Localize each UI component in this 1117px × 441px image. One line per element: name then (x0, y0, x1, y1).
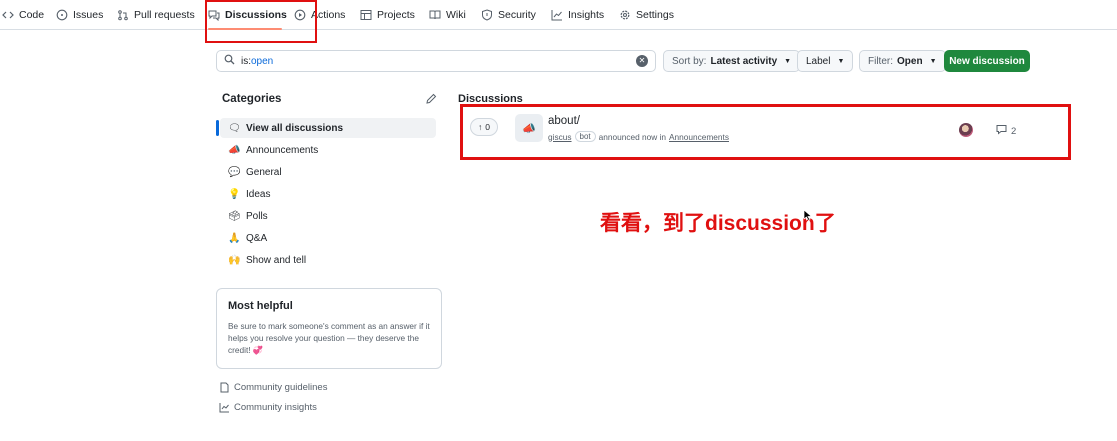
book-icon (429, 9, 441, 21)
issue-opened-icon (56, 9, 68, 21)
search-value: open (251, 55, 274, 67)
caret-down-icon: ▼ (929, 57, 937, 65)
speech-bubble-icon: 💬 (228, 166, 241, 178)
filter-label: Filter: (868, 55, 893, 67)
shield-icon (481, 9, 493, 21)
repo-nav: Code Issues Pull requests Discussions Ac… (0, 0, 1117, 30)
filter-value: Open (897, 55, 923, 67)
community-guidelines-link[interactable]: Community guidelines (219, 382, 327, 393)
tab-code[interactable]: Code (2, 8, 44, 22)
tab-settings[interactable]: Settings (619, 8, 674, 22)
sidebar-item-announcements[interactable]: 📣 Announcements (220, 140, 436, 160)
search-input[interactable]: is:open ✕ (216, 50, 656, 72)
graph-icon (219, 402, 230, 413)
sort-label: Sort by: (672, 55, 707, 67)
tab-issues[interactable]: Issues (56, 8, 103, 22)
tab-label: Pull requests (134, 9, 195, 21)
sidebar-item-label: General (246, 166, 282, 178)
pencil-icon[interactable] (425, 93, 437, 105)
folded-hands-icon: 🙏 (228, 232, 241, 244)
link-label: Community guidelines (234, 382, 328, 393)
sidebar-item-qa[interactable]: 🙏 Q&A (220, 228, 436, 248)
tab-label: Security (498, 9, 536, 21)
graph-icon (551, 9, 563, 21)
sidebar-item-general[interactable]: 💬 General (220, 162, 436, 182)
most-helpful-text: Be sure to mark someone's comment as an … (228, 321, 430, 355)
sidebar-item-view-all[interactable]: 🗨 View all discussions (216, 118, 436, 138)
tab-label: Projects (377, 9, 415, 21)
tab-wiki[interactable]: Wiki (429, 8, 466, 22)
most-helpful-card: Most helpful Be sure to mark someone's c… (216, 288, 442, 369)
tab-label: Issues (73, 9, 104, 21)
mouse-cursor-icon (803, 209, 813, 224)
sidebar-item-label: Announcements (246, 144, 319, 156)
link-label: Community insights (234, 402, 317, 413)
tab-security[interactable]: Security (481, 8, 536, 22)
clear-search-icon[interactable]: ✕ (636, 55, 648, 67)
most-helpful-title: Most helpful (228, 300, 293, 312)
lightbulb-icon: 💡 (228, 188, 241, 200)
table-icon (360, 9, 372, 21)
sidebar-item-ideas[interactable]: 💡 Ideas (220, 184, 436, 204)
tab-label: Settings (636, 9, 674, 21)
tab-insights[interactable]: Insights (551, 8, 604, 22)
git-pull-request-icon (117, 9, 129, 21)
highlight-box-discussions-tab (205, 0, 317, 43)
search-prefix: is: (241, 55, 251, 67)
sort-dropdown[interactable]: Sort by: Latest activity ▼ (663, 50, 801, 72)
tab-label: Insights (568, 9, 605, 21)
search-icon (224, 54, 235, 68)
tab-pull-requests[interactable]: Pull requests (117, 8, 195, 22)
sort-value: Latest activity (710, 55, 778, 67)
search-query: is:open (241, 56, 273, 67)
ballot-box-icon: 🗳 (228, 210, 241, 222)
label-dropdown[interactable]: Label ▼ (797, 50, 854, 72)
categories-heading: Categories (222, 93, 282, 105)
label-button-text: Label (806, 55, 831, 67)
highlight-box-discussion-row (460, 104, 1071, 160)
filter-dropdown[interactable]: Filter: Open ▼ (859, 50, 946, 72)
new-discussion-button[interactable]: New discussion (944, 50, 1030, 72)
sidebar-item-polls[interactable]: 🗳 Polls (220, 206, 436, 226)
tab-projects[interactable]: Projects (360, 8, 415, 22)
sidebar-item-label: Show and tell (246, 254, 307, 266)
caret-down-icon: ▼ (837, 57, 845, 65)
file-icon (219, 382, 230, 393)
code-icon (2, 9, 14, 21)
tab-label: Code (19, 9, 45, 21)
gear-icon (619, 9, 631, 21)
sidebar-item-label: Polls (246, 210, 268, 222)
tab-label: Wiki (446, 9, 466, 21)
sidebar-item-label: Ideas (246, 188, 271, 200)
sidebar-item-label: View all discussions (246, 122, 344, 134)
discussion-icon: 🗨 (228, 122, 241, 134)
caret-down-icon: ▼ (784, 57, 792, 65)
sidebar-item-label: Q&A (246, 232, 268, 244)
community-insights-link[interactable]: Community insights (219, 402, 317, 413)
raised-hands-icon: 🙌 (228, 254, 241, 266)
megaphone-icon: 📣 (228, 144, 241, 156)
sidebar-item-show-and-tell[interactable]: 🙌 Show and tell (220, 250, 436, 270)
annotation-text: 看看，到了discussion了 (600, 212, 836, 235)
